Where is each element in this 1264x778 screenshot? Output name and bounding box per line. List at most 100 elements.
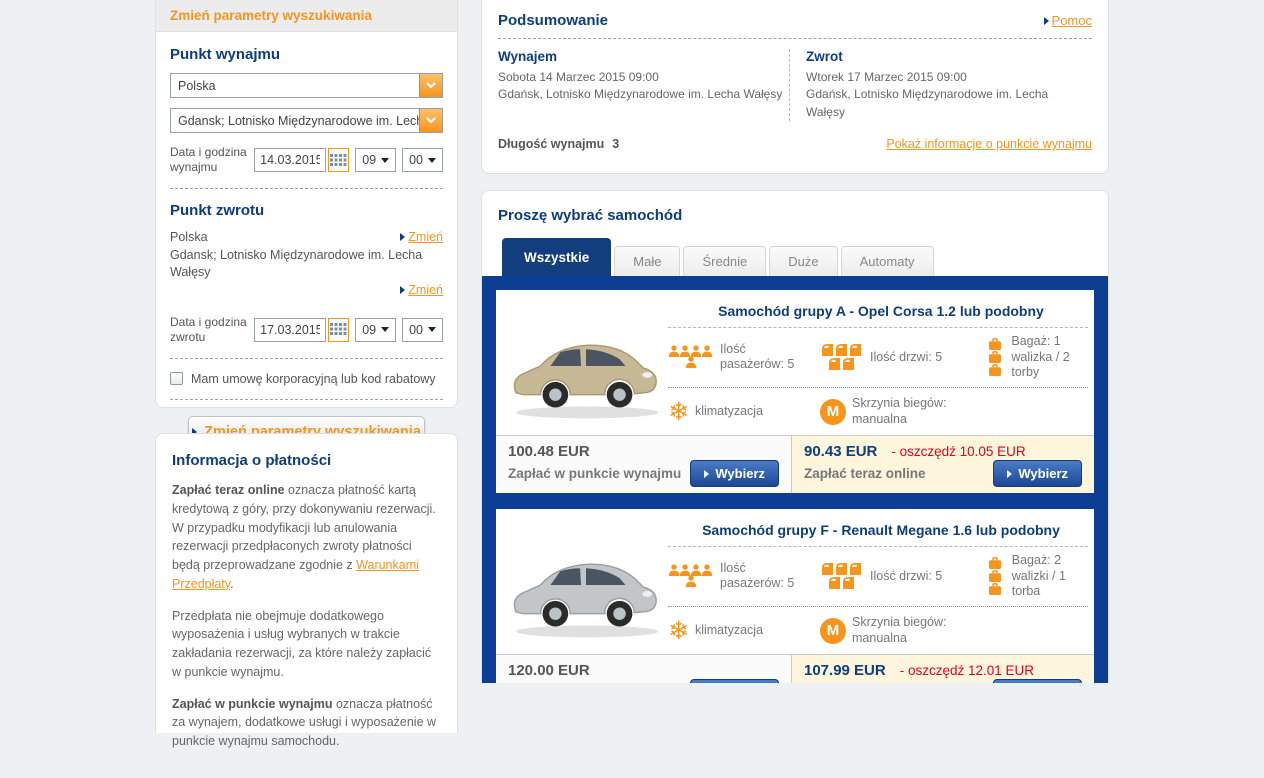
car-photo-renault-megane — [513, 563, 659, 639]
pay-online-price: 90.43 EUR — [804, 443, 878, 460]
triangle-right-icon — [400, 233, 406, 242]
car-card: Samochód grupy A - Opel Corsa 1.2 lub po… — [496, 290, 1094, 493]
savings-text: - oszczędź 12.01 EUR — [899, 663, 1035, 678]
pickup-hour-select[interactable]: 09 — [355, 148, 397, 172]
search-parameters-panel: Zmień parametry wyszukiwania Punkt wynaj… — [155, 0, 458, 448]
divider — [170, 188, 443, 189]
calendar-icon — [330, 153, 347, 166]
payment-info-paragraph: Przedpłata nie obejmuje dodatkowego wypo… — [172, 608, 432, 679]
tab-all[interactable]: Wszystkie — [502, 238, 612, 276]
summary-dropoff-title: Zwrot — [806, 49, 843, 64]
savings-text: - oszczędź 10.05 EUR — [891, 444, 1026, 459]
select-pay-local-button[interactable]: Wybierz — [690, 460, 779, 487]
doors-icon — [820, 343, 864, 371]
pay-online-label: Zapłać teraz online — [804, 466, 926, 481]
dropoff-minute-select[interactable]: 00 — [402, 317, 443, 342]
price-row: 120.00 EUR Zapłać w punkcie wynajmu Wybi… — [496, 654, 1094, 683]
car-card: Samochód grupy F - Renault Megane 1.6 lu… — [496, 509, 1094, 683]
baggage-icon — [986, 557, 1006, 596]
corporate-code-checkbox[interactable] — [170, 372, 183, 385]
dropoff-date-input[interactable] — [254, 317, 327, 342]
pay-online-cell: 107.99 EUR - oszczędź 12.01 EUR Zapłać t… — [791, 655, 1094, 683]
rental-duration-value: 3 — [612, 137, 620, 152]
car-rental-results-page: { "colors": { "accent_orange": "#f7941d"… — [0, 0, 1264, 748]
dropoff-date-label: Data i godzina zwrotu — [170, 314, 247, 344]
triangle-right-icon — [1007, 469, 1013, 478]
dropoff-country: Polska — [170, 230, 208, 244]
gearbox-text: Skrzynia biegów: manualna — [852, 614, 947, 645]
select-pay-online-button[interactable]: Wybierz — [993, 460, 1082, 487]
baggage-icon — [986, 338, 1005, 377]
pay-local-cell: 120.00 EUR Zapłać w punkcie wynajmu Wybi… — [496, 655, 791, 683]
triangle-right-icon — [704, 469, 710, 478]
pickup-calendar-button[interactable] — [328, 148, 350, 172]
tab-automatic[interactable]: Automaty — [840, 246, 934, 276]
change-location-link[interactable]: Zmień — [400, 282, 443, 299]
manual-gearbox-icon: M — [820, 617, 846, 644]
passengers-text: Ilość pasażerów: 5 — [720, 560, 795, 591]
tab-small[interactable]: Małe — [614, 246, 681, 276]
pay-online-cell: 90.43 EUR - oszczędź 10.05 EUR Zapłać te… — [791, 436, 1094, 493]
triangle-down-icon — [428, 327, 436, 332]
passengers-icon — [668, 564, 714, 588]
dropoff-location: Gdansk; Lotnisko Międzynarodowe im. Lech… — [170, 247, 423, 279]
pickup-date-input[interactable] — [254, 148, 327, 172]
chevron-down-icon — [419, 74, 442, 97]
tab-large[interactable]: Duże — [769, 246, 838, 276]
triangle-right-icon — [1043, 16, 1049, 25]
car-photo-opel-corsa — [513, 344, 659, 420]
summary-pickup-location: Gdańsk, Lotnisko Międzynarodowe im. Lech… — [498, 87, 783, 102]
baggage-text: Bagaż: 2 walizki / 1 torba — [1011, 553, 1066, 599]
summary-dropoff-location: Gdańsk, Lotnisko Międzynarodowe im. Lech… — [806, 87, 1049, 119]
chevron-down-icon — [419, 109, 442, 132]
baggage-text: Bagaż: 1 walizka / 2 torby — [1011, 334, 1070, 380]
summary-title: Podsumowanie — [498, 12, 609, 29]
calendar-icon — [330, 323, 347, 335]
passengers-text: Ilość pasażerów: 5 — [720, 341, 795, 372]
divider — [498, 38, 1092, 39]
triangle-down-icon — [381, 157, 390, 163]
corporate-code-label: Mam umowę korporacyjną lub kod rabatowy — [191, 371, 436, 386]
snowflake-icon: ❄ — [668, 616, 689, 645]
payment-info-panel: Informacja o płatności Zapłać teraz onli… — [155, 433, 458, 748]
payment-info-title: Informacja o płatności — [172, 452, 332, 469]
summary-pickup-datetime: Sobota 14 Marzec 2015 09:00 — [498, 70, 659, 84]
pickup-section-title: Punkt wynajmu — [170, 46, 281, 63]
dropoff-section-title: Punkt zwrotu — [170, 202, 265, 219]
car-selection-panel: Proszę wybrać samochód Wszystkie Małe Śr… — [481, 190, 1109, 683]
summary-panel: Podsumowanie Pomoc Wynajem Sobota 14 Mar… — [481, 0, 1109, 174]
aircon-text: klimatyzacja — [694, 622, 764, 637]
select-pay-local-button[interactable]: Wybierz — [690, 679, 779, 683]
station-info-link[interactable]: Pokaż informacje o punkcie wynajmu — [886, 137, 1092, 151]
pickup-minute-select[interactable]: 00 — [402, 148, 443, 172]
change-country-link[interactable]: Zmień — [400, 229, 443, 246]
passengers-icon — [668, 345, 714, 369]
pay-local-label: Zapłać w punkcie wynajmu — [508, 466, 682, 481]
summary-dropoff-block: Zwrot Wtorek 17 Marzec 2015 09:00 Gdańsk… — [789, 49, 1080, 122]
doors-text: Ilość drzwi: 5 — [870, 568, 943, 583]
help-link[interactable]: Pomoc — [1043, 13, 1092, 28]
payment-info-paragraph: Zapłać teraz online oznacza płatność kar… — [172, 483, 436, 591]
payment-info-paragraph: Zapłać w punkcie wynajmu oznacza płatnoś… — [172, 696, 437, 749]
snowflake-icon: ❄ — [668, 397, 689, 426]
dropoff-hour-select[interactable]: 09 — [355, 317, 397, 342]
pay-local-price: 100.48 EUR — [508, 443, 590, 460]
summary-pickup-title: Wynajem — [498, 49, 558, 64]
pickup-date-label: Data i godzina wynajmu — [170, 145, 247, 174]
tab-medium[interactable]: Średnie — [683, 246, 767, 276]
car-selection-title: Proszę wybrać samochód — [498, 207, 683, 224]
gearbox-text: Skrzynia biegów: manualna — [852, 395, 947, 426]
triangle-down-icon — [428, 157, 436, 163]
car-list-container: Samochód grupy A - Opel Corsa 1.2 lub po… — [482, 276, 1108, 683]
summary-pickup-block: Wynajem Sobota 14 Marzec 2015 09:00 Gdań… — [498, 49, 789, 121]
aircon-text: klimatyzacja — [694, 403, 764, 418]
manual-gearbox-icon: M — [820, 398, 846, 425]
car-category-tabs: Wszystkie Małe Średnie Duże Automaty — [502, 238, 1108, 276]
select-pay-online-button[interactable]: Wybierz — [993, 679, 1082, 683]
pickup-country-select[interactable]: Polska — [170, 73, 443, 98]
pickup-location-select[interactable]: Gdansk; Lotnisko Międzynarodowe im. Lech… — [170, 108, 443, 133]
dropoff-calendar-button[interactable] — [328, 317, 350, 342]
search-parameters-header: Zmień parametry wyszukiwania — [156, 0, 457, 32]
pay-online-price: 107.99 EUR — [804, 662, 886, 679]
triangle-right-icon — [400, 286, 406, 295]
